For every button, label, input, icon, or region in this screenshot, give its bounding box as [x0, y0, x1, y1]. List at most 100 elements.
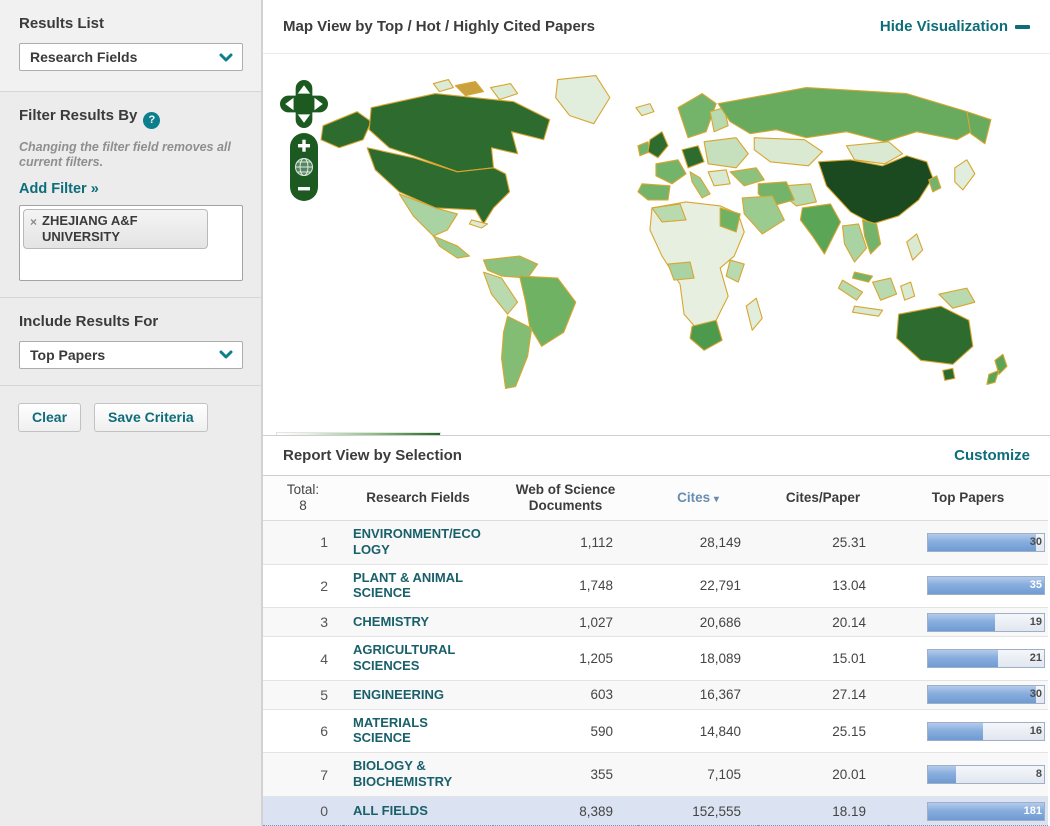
globe-icon[interactable]	[295, 158, 313, 177]
filter-results-heading: Filter Results By?	[19, 107, 243, 129]
country-region	[637, 183, 671, 201]
top-papers-bar-fill	[928, 686, 1036, 704]
hide-visualization-link[interactable]: Hide Visualization	[880, 18, 1030, 35]
country-region	[635, 103, 655, 117]
research-field-link[interactable]: AGRICULTURAL SCIENCES	[353, 642, 488, 673]
esi-app-window: Results List Research Fields Filter Resu…	[0, 0, 1050, 826]
country-region	[753, 137, 823, 167]
top-papers-bar[interactable]: 8	[927, 765, 1045, 785]
top-papers-bar[interactable]: 19	[927, 612, 1045, 632]
filter-results-section: Filter Results By? Changing the filter f…	[0, 92, 261, 298]
top-papers-bar[interactable]: 30	[927, 532, 1045, 552]
country-region	[745, 297, 763, 332]
country-region	[647, 131, 669, 159]
total-count-header: Total: 8	[263, 475, 343, 522]
report-table-body: 1 ENVIRONMENT/ECOLOGY 1,112 28,149 25.31…	[263, 520, 1048, 826]
table-row: 0 ALL FIELDS 8,389 152,555 18.19 181	[263, 796, 1048, 826]
wos-documents-value: 603	[590, 687, 613, 703]
country-region	[986, 370, 1000, 386]
save-criteria-button[interactable]: Save Criteria	[94, 402, 208, 432]
world-map-svg	[320, 75, 1008, 390]
top-papers-bar-fill	[928, 577, 1044, 595]
customize-link[interactable]: Customize	[954, 447, 1030, 464]
research-field-link[interactable]: PLANT & ANIMAL SCIENCE	[353, 570, 488, 601]
top-papers-bar[interactable]: 21	[927, 649, 1045, 669]
cites-per-paper-value: 15.01	[832, 651, 866, 667]
top-papers-bar[interactable]: 181	[927, 801, 1045, 821]
country-region	[489, 83, 519, 101]
wos-documents-value: 1,205	[579, 651, 613, 667]
results-list-selected-value: Research Fields	[30, 49, 138, 65]
include-results-select[interactable]: Top Papers	[19, 340, 243, 369]
country-region	[837, 279, 864, 301]
column-header-cites-per-paper[interactable]: Cites/Paper	[758, 475, 888, 522]
top-papers-bar[interactable]: 35	[927, 576, 1045, 596]
help-icon[interactable]: ?	[143, 111, 161, 129]
wos-documents-value: 1,112	[580, 534, 613, 550]
top-papers-bar-fill	[928, 613, 996, 631]
top-papers-bar[interactable]: 16	[927, 721, 1045, 741]
add-filter-link[interactable]: Add Filter »	[19, 181, 99, 197]
results-list-section: Results List Research Fields	[0, 0, 261, 92]
top-papers-bar-fill	[928, 722, 983, 740]
research-field-link[interactable]: ENVIRONMENT/ECOLOGY	[353, 526, 488, 557]
map-legend: 0 79,529	[276, 432, 441, 436]
country-region	[655, 159, 687, 185]
top-papers-value: 21	[1029, 652, 1042, 665]
cites-per-paper-value: 25.15	[832, 723, 866, 739]
wos-documents-value: 355	[590, 767, 613, 783]
cites-per-paper-value: 20.14	[832, 614, 866, 630]
filter-chip-zhejiang-af-university[interactable]: × ZHEJIANG A&F UNIVERSITY	[23, 208, 208, 250]
top-papers-bar[interactable]: 30	[927, 685, 1045, 705]
research-field-link[interactable]: MATERIALS SCIENCE	[353, 715, 488, 746]
country-region	[942, 368, 956, 382]
sidebar-actions: Clear Save Criteria	[0, 386, 261, 449]
report-table: Total: 8 Research Fields Web of Science …	[263, 475, 1048, 826]
column-header-wos-documents[interactable]: Web of Science Documents	[493, 475, 638, 522]
table-row: 1 ENVIRONMENT/ECOLOGY 1,112 28,149 25.31…	[263, 520, 1048, 565]
map-pan-control[interactable]	[280, 80, 328, 129]
table-row: 7 BIOLOGY & BIOCHEMISTRY 355 7,105 20.01…	[263, 752, 1048, 797]
active-filters-listbox: × ZHEJIANG A&F UNIVERSITY	[19, 204, 243, 281]
cites-value: 20,686	[699, 614, 741, 630]
cites-per-paper-value: 13.04	[832, 578, 866, 594]
total-label: Total:	[286, 481, 320, 497]
top-papers-value: 8	[1035, 768, 1042, 781]
cites-value: 7,105	[707, 767, 741, 783]
column-header-research-fields[interactable]: Research Fields	[343, 475, 493, 522]
research-field-link[interactable]: BIOLOGY & BIOCHEMISTRY	[353, 758, 488, 789]
report-table-header-row: Total: 8 Research Fields Web of Science …	[263, 475, 1048, 522]
row-rank: 3	[320, 614, 328, 631]
row-rank: 2	[320, 577, 328, 594]
map-visualization-region[interactable]: 0 79,529	[263, 53, 1050, 436]
country-region	[954, 159, 976, 191]
zoom-out-icon[interactable]	[298, 187, 310, 191]
row-rank: 0	[320, 803, 328, 819]
research-field-link[interactable]: CHEMISTRY	[353, 614, 429, 630]
table-row: 3 CHEMISTRY 1,027 20,686 20.14 19	[263, 607, 1048, 637]
research-field-link[interactable]: ENGINEERING	[353, 687, 444, 703]
remove-filter-icon[interactable]: ×	[30, 215, 37, 229]
country-region	[432, 235, 471, 259]
wos-documents-value: 8,389	[579, 803, 613, 819]
map-zoom-control[interactable]	[289, 132, 319, 202]
world-map[interactable]	[305, 66, 1027, 410]
include-results-heading: Include Results For	[19, 312, 159, 330]
filter-results-heading-text: Filter Results By	[19, 107, 138, 124]
column-header-cites[interactable]: Cites ▾	[638, 475, 758, 522]
country-region	[851, 305, 884, 318]
chevron-down-icon	[219, 350, 233, 359]
country-region	[482, 271, 519, 316]
research-field-link[interactable]: ALL FIELDS	[353, 803, 428, 819]
country-region	[689, 171, 711, 199]
country-region	[896, 305, 974, 366]
include-results-selected-value: Top Papers	[30, 346, 106, 363]
map-panel-header: Map View by Top / Hot / Highly Cited Pap…	[263, 0, 1050, 53]
country-region	[851, 271, 874, 283]
results-list-select[interactable]: Research Fields	[19, 43, 243, 71]
country-region	[729, 167, 765, 187]
column-header-top-papers[interactable]: Top Papers	[888, 475, 1048, 522]
country-region	[841, 223, 868, 263]
clear-button[interactable]: Clear	[18, 402, 82, 432]
cites-value: 22,791	[699, 578, 741, 594]
